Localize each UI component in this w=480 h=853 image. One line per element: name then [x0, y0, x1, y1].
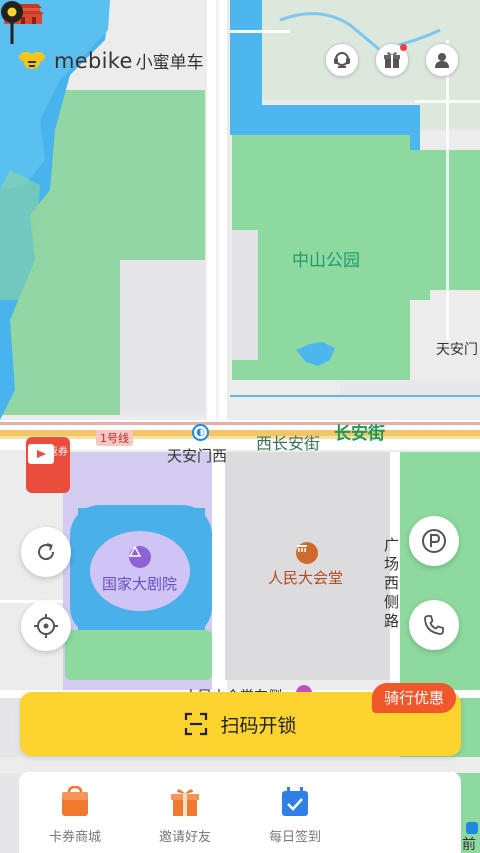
map-label-subway-line-1: 1号线 [96, 430, 133, 446]
subway-icon[interactable]: ◐ [192, 424, 209, 441]
parking-icon [422, 529, 446, 553]
scan-icon [185, 712, 208, 736]
map-label-tiananmen-west-station: 天安门西 [167, 447, 228, 465]
voucher-bag-icon [62, 786, 88, 816]
refresh-icon [38, 543, 55, 561]
phone-button[interactable] [409, 600, 459, 650]
scan-unlock-label: 扫码开锁 [220, 714, 297, 737]
phone-icon [424, 615, 444, 635]
refresh-button[interactable] [21, 527, 71, 577]
parking-button[interactable] [409, 516, 459, 566]
brand-name: mebike [54, 48, 133, 73]
map-label-tiananmen: 天安门 [436, 342, 478, 358]
shortcut-invite-friends[interactable]: 邀请好友 [143, 786, 227, 845]
app-logo: mebike 小蜜单车 [18, 48, 204, 73]
calendar-check-icon [282, 787, 308, 816]
customer-service-button[interactable] [325, 43, 359, 77]
map-label-great-hall: 人民大会堂 [268, 569, 344, 587]
gift-icon [384, 52, 400, 68]
map-label-zhongshan-park: 中山公园 [292, 251, 360, 271]
user-profile-button[interactable] [425, 43, 459, 77]
gift-button[interactable] [375, 43, 409, 77]
map-label-xichangan-street: 西长安街 [256, 434, 321, 453]
top-bar: mebike 小蜜单车 [0, 40, 480, 84]
notification-dot [400, 44, 407, 51]
brand-name-cn: 小蜜单车 [135, 53, 204, 73]
shortcut-label: 卡券商城 [48, 830, 101, 845]
ride-promo-tag[interactable]: 骑行优惠 [372, 683, 457, 713]
crosshair-icon [34, 614, 58, 638]
map-label-national-theater: 国家大剧院 [102, 575, 178, 593]
gift-box-icon [171, 789, 199, 816]
shortcut-voucher-mall[interactable]: 卡券商城 [33, 786, 117, 845]
theater-poi-icon[interactable] [129, 546, 151, 568]
shopping-coupon-badge[interactable]: 购物返券 [26, 437, 70, 493]
map-label-qian: 前 [462, 837, 476, 853]
great-hall-poi-icon[interactable] [296, 542, 318, 564]
shortcut-daily-checkin[interactable]: 每日签到 [253, 786, 337, 845]
locate-me-button[interactable] [21, 601, 71, 651]
user-icon [435, 53, 449, 68]
shortcut-label: 邀请好友 [158, 830, 211, 845]
map-label-changan-street: 长安街 [334, 424, 385, 444]
shopping-cart-icon [28, 444, 54, 464]
shortcut-label: 每日签到 [268, 830, 321, 845]
bee-logo-icon [19, 51, 45, 69]
bottom-shortcut-panel: 卡券商城 邀请好友 每日签到 [19, 772, 461, 853]
map-label-square-west-road: 广场西侧路 [384, 536, 400, 630]
service-icon [334, 52, 350, 68]
